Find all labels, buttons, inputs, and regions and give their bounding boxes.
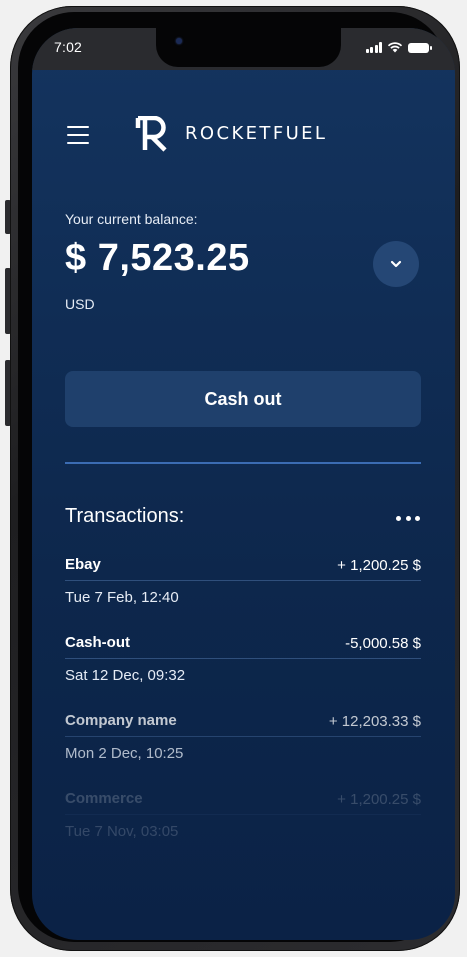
transaction-amount: + 1,200.25 $ bbox=[337, 791, 421, 808]
expand-balance-button[interactable] bbox=[373, 241, 419, 287]
status-icons bbox=[365, 41, 432, 53]
hamburger-menu-icon[interactable] bbox=[67, 126, 89, 144]
row-divider bbox=[65, 580, 421, 581]
row-divider bbox=[65, 814, 421, 815]
transaction-name: Ebay bbox=[65, 556, 101, 573]
section-divider bbox=[65, 462, 421, 464]
transaction-date: Tue 7 Nov, 03:05 bbox=[65, 823, 179, 840]
transaction-date: Mon 2 Dec, 10:25 bbox=[65, 745, 184, 762]
balance-currency: USD bbox=[65, 296, 95, 312]
transaction-amount: + 12,203.33 $ bbox=[328, 713, 421, 730]
transaction-row[interactable]: Commerce + 1,200.25 $ Tue 7 Nov, 03:05 bbox=[65, 785, 421, 863]
row-divider bbox=[65, 736, 421, 737]
transaction-row[interactable]: Company name + 12,203.33 $ Mon 2 Dec, 10… bbox=[65, 707, 421, 785]
transactions-list: Ebay + 1,200.25 $ Tue 7 Feb, 12:40 Cash-… bbox=[65, 551, 421, 863]
chevron-down-icon bbox=[390, 260, 402, 268]
transaction-amount: + 1,200.25 $ bbox=[337, 557, 421, 574]
notch bbox=[156, 28, 341, 67]
transaction-date: Sat 12 Dec, 09:32 bbox=[65, 667, 186, 684]
transaction-row[interactable]: Ebay + 1,200.25 $ Tue 7 Feb, 12:40 bbox=[65, 551, 421, 629]
transactions-title: Transactions: bbox=[65, 505, 185, 527]
row-divider bbox=[65, 658, 421, 659]
transaction-date: Tue 7 Feb, 12:40 bbox=[65, 589, 179, 606]
front-camera bbox=[176, 38, 182, 44]
cash-out-button[interactable]: Cash out bbox=[65, 371, 421, 427]
phone-mockup: 7:02 ROCKETFUEL Your current balance: $ … bbox=[0, 0, 467, 957]
rocketfuel-logo-icon bbox=[135, 116, 167, 152]
battery-icon bbox=[408, 43, 432, 53]
transaction-name: Commerce bbox=[65, 790, 143, 807]
more-options-icon[interactable] bbox=[396, 508, 420, 528]
transaction-name: Cash-out bbox=[65, 634, 130, 651]
signal-icon bbox=[365, 42, 382, 53]
transaction-amount: -5,000.58 $ bbox=[345, 635, 421, 652]
status-time: 7:02 bbox=[54, 39, 83, 55]
balance-label: Your current balance: bbox=[65, 211, 198, 227]
transaction-row[interactable]: Cash-out -5,000.58 $ Sat 12 Dec, 09:32 bbox=[65, 629, 421, 707]
logo-text: ROCKETFUEL bbox=[185, 123, 328, 144]
app-screen: 7:02 ROCKETFUEL Your current balance: $ … bbox=[32, 28, 455, 940]
transaction-name: Company name bbox=[65, 712, 177, 729]
balance-amount: $ 7,523.25 bbox=[65, 237, 250, 279]
wifi-icon bbox=[387, 42, 403, 53]
